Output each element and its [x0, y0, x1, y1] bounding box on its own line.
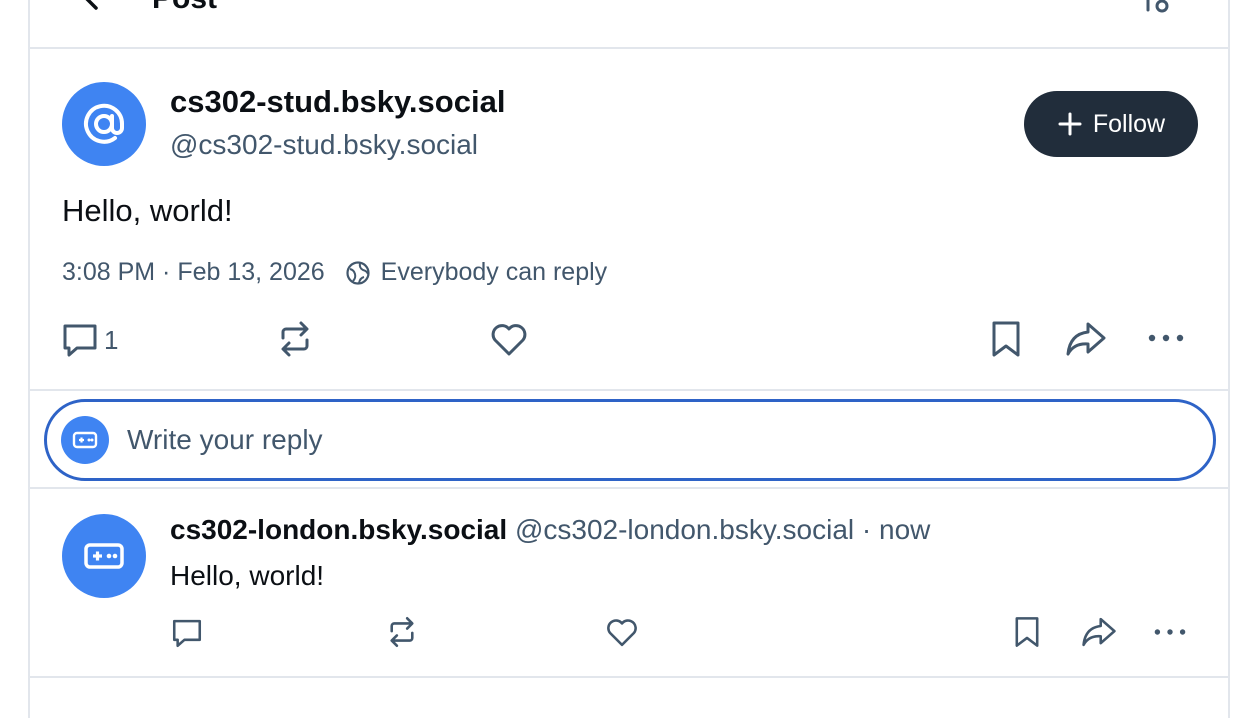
reply-setting[interactable]: Everybody can reply: [381, 258, 608, 287]
gamepad-icon: [84, 543, 124, 569]
sliders-icon[interactable]: [1142, 0, 1172, 14]
follow-button[interactable]: Follow: [1024, 91, 1198, 157]
ellipsis-icon: [1154, 629, 1186, 635]
globe-icon: [346, 260, 370, 285]
reply-time[interactable]: now: [879, 514, 930, 545]
share-button[interactable]: [1064, 318, 1108, 360]
reply-repost-button[interactable]: [384, 614, 420, 650]
reply-header: cs302-london.bsky.social @cs302-london.b…: [170, 514, 930, 546]
ellipsis-icon: [1148, 334, 1184, 342]
comment-icon: [172, 619, 202, 648]
repost-button[interactable]: [274, 318, 316, 360]
divider: [30, 487, 1228, 489]
follow-label: Follow: [1092, 109, 1166, 138]
reply-separator: ·: [861, 514, 872, 545]
repost-icon: [390, 617, 414, 647]
reply-text: Hello, world!: [170, 560, 325, 591]
reply-reply-button[interactable]: [170, 616, 204, 650]
bookmark-icon: [1015, 617, 1039, 647]
post-timestamp[interactable]: 3:08 PM · Feb 13, 2026: [62, 258, 325, 287]
bookmark-icon: [992, 321, 1020, 357]
page-title: Post: [152, 0, 217, 16]
reply-more-options-button[interactable]: [1152, 614, 1188, 650]
reply-like-button[interactable]: [604, 614, 640, 650]
post-meta: 3:08 PM · Feb 13, 2026 Everybody can rep…: [62, 258, 607, 287]
bookmark-button[interactable]: [986, 318, 1026, 360]
header: Post: [30, 0, 1228, 49]
reply-count: 1: [104, 324, 119, 355]
reply-share-button[interactable]: [1080, 614, 1118, 650]
at-sign-icon: [84, 103, 125, 144]
reply-composer[interactable]: Write your reply: [44, 399, 1216, 481]
reply-avatar[interactable]: [62, 514, 146, 598]
avatar[interactable]: [62, 82, 146, 166]
gamepad-icon: [72, 431, 98, 449]
reply-handle[interactable]: @cs302-london.bsky.social: [515, 514, 854, 545]
reply-display-name[interactable]: cs302-london.bsky.social: [170, 514, 507, 545]
heart-icon: [607, 619, 637, 647]
comment-icon: [63, 324, 97, 357]
divider: [30, 676, 1228, 678]
repost-icon: [281, 321, 309, 357]
plus-icon: [1058, 112, 1082, 136]
share-icon: [1082, 617, 1116, 647]
share-icon: [1066, 322, 1106, 356]
heart-icon: [491, 324, 527, 356]
reply-button[interactable]: 1: [60, 320, 118, 360]
more-options-button[interactable]: [1146, 318, 1186, 358]
post-text: Hello, world!: [62, 193, 233, 228]
like-button[interactable]: [488, 318, 530, 360]
post-thread-column: Post cs302-stud.bsky.social @cs302-stud.…: [28, 0, 1230, 718]
author-handle[interactable]: @cs302-stud.bsky.social: [170, 129, 478, 161]
author-display-name[interactable]: cs302-stud.bsky.social: [170, 84, 505, 120]
chevron-left-icon[interactable]: [74, 0, 110, 14]
divider: [30, 389, 1228, 391]
reply-input-placeholder[interactable]: Write your reply: [127, 424, 323, 456]
composer-avatar: [61, 416, 109, 464]
reply-bookmark-button[interactable]: [1010, 614, 1044, 650]
